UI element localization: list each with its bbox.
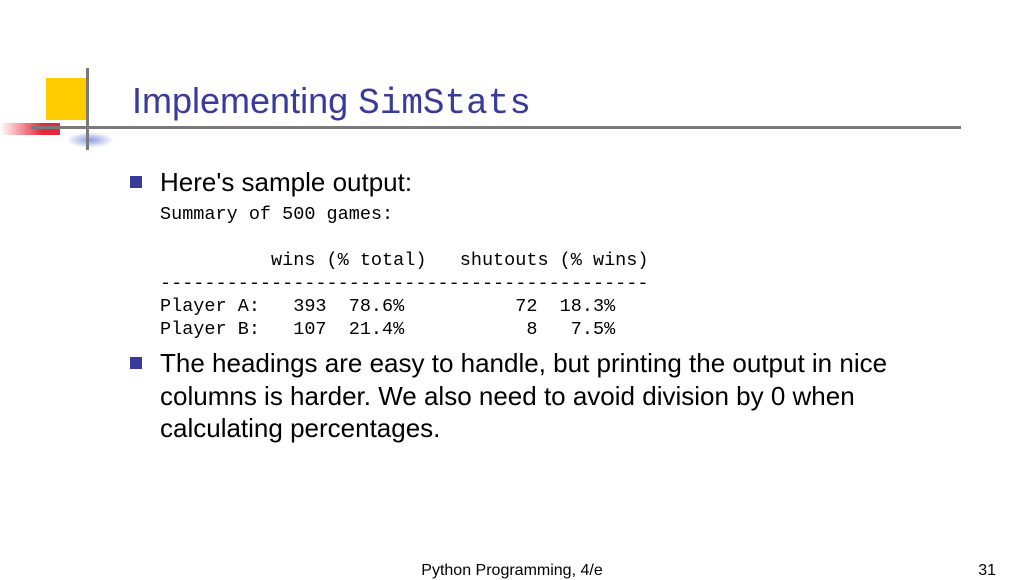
bullet-item: The headings are easy to handle, but pri… bbox=[130, 347, 940, 445]
vertical-rule bbox=[86, 68, 89, 150]
footer-book-title: Python Programming, 4/e bbox=[421, 562, 602, 580]
slide-title: Implementing SimStats bbox=[132, 80, 531, 124]
bullet-text: Here's sample output: bbox=[160, 166, 412, 199]
title-classname: SimStats bbox=[358, 83, 531, 124]
footer-page-number: 31 bbox=[978, 562, 996, 580]
slide-content: Here's sample output: Summary of 500 gam… bbox=[130, 166, 940, 449]
blue-accent-blur bbox=[66, 132, 114, 148]
yellow-square bbox=[46, 78, 88, 120]
bullet-square-icon bbox=[130, 176, 142, 188]
bullet-item: Here's sample output: bbox=[130, 166, 940, 199]
code-output-block: Summary of 500 games: wins (% total) shu… bbox=[160, 203, 940, 342]
title-prefix: Implementing bbox=[132, 80, 358, 121]
bullet-square-icon bbox=[130, 357, 142, 369]
bullet-text: The headings are easy to handle, but pri… bbox=[160, 347, 940, 445]
horizontal-rule bbox=[31, 126, 961, 129]
red-accent-bar bbox=[0, 123, 60, 135]
